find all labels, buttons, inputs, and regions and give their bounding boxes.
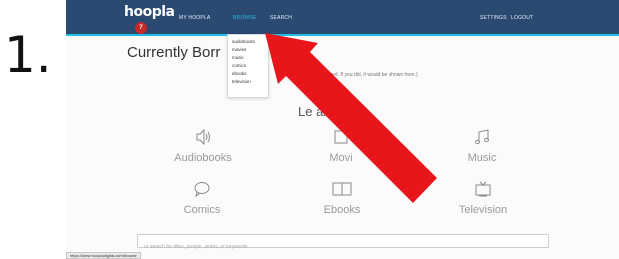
status-bar-url: https://www.hoopladigital.com/browse (66, 252, 141, 259)
category-movies[interactable]: Movi (301, 128, 381, 164)
category-audiobooks[interactable]: Audiobooks (163, 128, 243, 164)
page-title: Currently Borr (127, 44, 221, 61)
menu-item-comics[interactable]: comics (232, 62, 264, 70)
music-note-icon (442, 128, 522, 150)
nav-my-hoopla[interactable]: MY HOOPLA (179, 15, 210, 21)
category-music[interactable]: Music (442, 128, 522, 164)
open-book-icon (302, 180, 382, 202)
menu-item-movies[interactable]: movies (232, 46, 264, 54)
category-label: Movi (329, 152, 353, 164)
step-number: 1. (4, 26, 52, 84)
category-television[interactable]: Television (443, 180, 523, 216)
category-comics[interactable]: Comics (162, 180, 242, 216)
nav-logout[interactable]: LOGOUT (511, 15, 533, 21)
category-ebooks[interactable]: Ebooks (302, 180, 382, 216)
category-label: Audiobooks (174, 152, 232, 164)
speaker-icon (163, 128, 243, 150)
browse-dropdown-menu: audiobooks movies music comics ebooks te… (227, 34, 269, 98)
category-label: Music (467, 152, 497, 164)
lets-get-started-heading: Le arted! (298, 104, 350, 119)
nav-browse[interactable]: BROWSE (233, 15, 256, 21)
search-bar (137, 234, 549, 253)
notification-badge[interactable]: 7 (135, 22, 147, 34)
empty-borrowed-note: 't borrowed. If you did, it would be sho… (313, 72, 418, 78)
hoopla-screenshot: hoopla 7 MY HOOPLA BROWSE SEARCH SETTING… (66, 0, 619, 259)
menu-item-television[interactable]: television (232, 78, 264, 86)
menu-item-music[interactable]: music (232, 54, 264, 62)
category-label: Comics (183, 204, 221, 216)
speech-bubble-icon (162, 180, 242, 202)
top-navbar: hoopla 7 MY HOOPLA BROWSE SEARCH SETTING… (66, 0, 619, 36)
category-label: Television (458, 204, 508, 216)
category-label: Ebooks (323, 204, 361, 216)
search-input[interactable] (138, 241, 548, 253)
menu-item-audiobooks[interactable]: audiobooks (232, 38, 264, 46)
film-icon (301, 128, 381, 150)
hoopla-logo[interactable]: hoopla (124, 4, 175, 20)
tv-icon (443, 180, 523, 202)
menu-item-ebooks[interactable]: ebooks (232, 70, 264, 78)
nav-settings[interactable]: SETTINGS (480, 15, 507, 21)
nav-search[interactable]: SEARCH (270, 15, 292, 21)
